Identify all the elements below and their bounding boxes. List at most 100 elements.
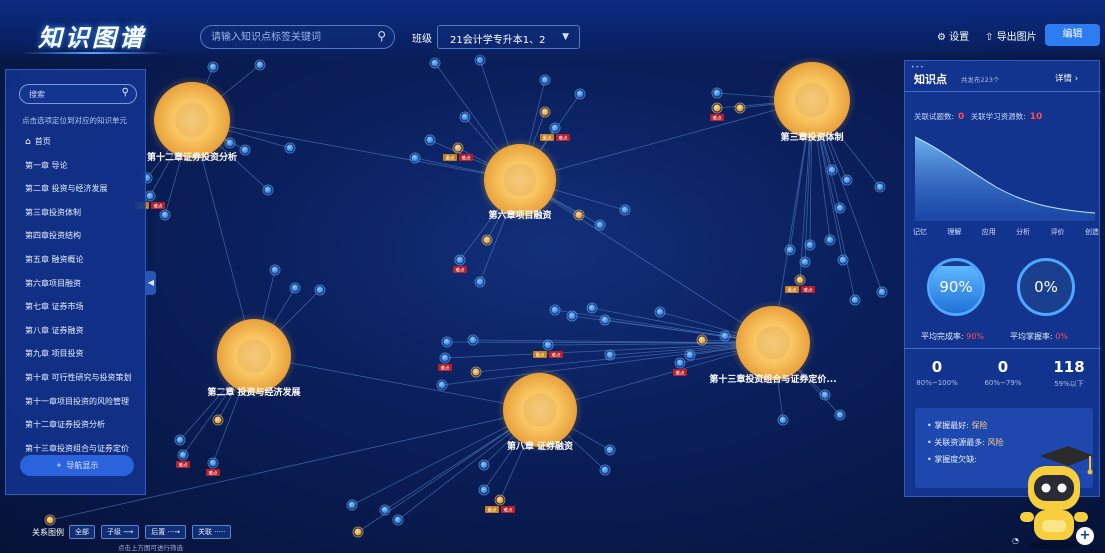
graph-node[interactable] — [601, 316, 609, 324]
graph-node[interactable] — [348, 501, 356, 509]
sidebar-item-chapter-10[interactable]: 第十章 可行性研究与投资策划 — [6, 366, 147, 390]
graph-node[interactable] — [576, 90, 584, 98]
graph-node[interactable] — [456, 256, 464, 264]
graph-node[interactable] — [209, 459, 217, 467]
graph-node[interactable] — [876, 183, 884, 191]
chapter-node-label[interactable]: 第六章项目融资 — [488, 209, 551, 221]
search-icon[interactable]: ⚲ — [377, 29, 386, 43]
graph-node[interactable] — [839, 256, 847, 264]
chapter-node-label[interactable]: 第三章投资体制 — [780, 131, 843, 143]
graph-node[interactable] — [214, 416, 222, 424]
graph-node[interactable] — [176, 436, 184, 444]
chapter-node-label[interactable]: 第十三章投资组合与证券定价... — [709, 373, 836, 385]
graph-node[interactable] — [686, 351, 694, 359]
chapter-node-label[interactable]: 第八章 证券融资 — [507, 440, 573, 452]
graph-node[interactable] — [836, 204, 844, 212]
graph-node[interactable] — [836, 411, 844, 419]
graph-node[interactable] — [596, 221, 604, 229]
graph-node[interactable] — [588, 304, 596, 312]
graph-node[interactable] — [454, 144, 462, 152]
graph-node[interactable] — [472, 368, 480, 376]
graph-node[interactable] — [806, 241, 814, 249]
graph-node[interactable] — [483, 236, 491, 244]
graph-node[interactable] — [606, 446, 614, 454]
chapter-node-core[interactable] — [237, 339, 271, 373]
graph-node[interactable] — [291, 284, 299, 292]
graph-node[interactable] — [606, 351, 614, 359]
sidebar-item-chapter-8[interactable]: 第八章 证券融资 — [6, 319, 147, 343]
graph-node[interactable] — [496, 496, 504, 504]
sidebar-item-chapter-11[interactable]: 第十一章项目投资的风险管理 — [6, 390, 147, 414]
graph-node[interactable] — [480, 461, 488, 469]
graph-node[interactable] — [713, 89, 721, 97]
legend-all-button[interactable]: 全部 — [69, 525, 95, 539]
legend-after-button[interactable]: 后置 ⋅⋅⋅→ — [145, 525, 187, 539]
graph-node[interactable] — [878, 288, 886, 296]
graph-node[interactable] — [736, 104, 744, 112]
graph-node[interactable] — [441, 354, 449, 362]
sidebar-item-chapter-9[interactable]: 第九章 项目投资 — [6, 342, 147, 366]
sidebar-item-chapter-5[interactable]: 第五章 融资概论 — [6, 248, 147, 272]
chapter-node-label[interactable]: 第二章 投资与经济发展 — [207, 386, 300, 398]
graph-node[interactable] — [621, 206, 629, 214]
volume-icon[interactable]: ◔ — [1012, 536, 1019, 545]
chapter-node-core[interactable] — [756, 326, 790, 360]
graph-node[interactable] — [469, 336, 477, 344]
graph-node[interactable] — [801, 258, 809, 266]
graph-node[interactable] — [843, 176, 851, 184]
graph-node[interactable] — [286, 144, 294, 152]
graph-node[interactable] — [381, 506, 389, 514]
graph-node[interactable] — [179, 451, 187, 459]
sidebar-item-chapter-7[interactable]: 第七章 证券市场 — [6, 295, 147, 319]
graph-node[interactable] — [551, 124, 559, 132]
export-image-button[interactable]: ⇧ 导出图片 — [985, 28, 1037, 43]
zoom-in-button[interactable]: + — [1076, 527, 1094, 545]
collapse-sidebar-button[interactable]: ◀ — [146, 271, 156, 295]
chapter-node-core[interactable] — [503, 163, 537, 197]
graph-node[interactable] — [575, 211, 583, 219]
sidebar-item-chapter-12[interactable]: 第十二章证券投资分析 — [6, 413, 147, 437]
chapter-node-core[interactable] — [523, 393, 557, 427]
graph-node[interactable] — [828, 166, 836, 174]
graph-node[interactable] — [568, 312, 576, 320]
graph-node[interactable] — [480, 486, 488, 494]
graph-node[interactable] — [241, 146, 249, 154]
graph-node[interactable] — [821, 391, 829, 399]
graph-node[interactable] — [146, 192, 154, 200]
graph-node[interactable] — [851, 296, 859, 304]
graph-node[interactable] — [476, 278, 484, 286]
chapter-node-core[interactable] — [174, 102, 210, 138]
graph-node[interactable] — [394, 516, 402, 524]
graph-node[interactable] — [461, 113, 469, 121]
graph-node[interactable] — [316, 286, 324, 294]
graph-node[interactable] — [161, 211, 169, 219]
graph-node[interactable] — [601, 466, 609, 474]
sidebar-search-box[interactable]: ⚲ — [19, 84, 137, 104]
graph-node[interactable] — [713, 104, 721, 112]
keyword-search-input[interactable] — [211, 29, 371, 46]
graph-node[interactable] — [443, 338, 451, 346]
sidebar-item-chapter-6[interactable]: 第六章项目融资 — [6, 272, 147, 296]
chapter-node-core[interactable] — [794, 82, 830, 118]
graph-node[interactable] — [264, 186, 272, 194]
graph-node[interactable] — [796, 276, 804, 284]
graph-node[interactable] — [676, 359, 684, 367]
graph-node[interactable] — [656, 308, 664, 316]
graph-node[interactable] — [541, 76, 549, 84]
graph-node[interactable] — [256, 61, 264, 69]
sidebar-item-chapter-1[interactable]: 第一章 导论 — [6, 154, 147, 178]
graph-node[interactable] — [721, 332, 729, 340]
settings-button[interactable]: ⚙ 设置 — [937, 28, 969, 43]
graph-node[interactable] — [544, 341, 552, 349]
graph-node[interactable] — [271, 266, 279, 274]
graph-node[interactable] — [551, 306, 559, 314]
edit-button[interactable]: 编辑 — [1045, 24, 1100, 46]
graph-node[interactable] — [698, 336, 706, 344]
graph-node[interactable] — [786, 246, 794, 254]
graph-node[interactable] — [354, 528, 362, 536]
graph-node[interactable] — [826, 236, 834, 244]
chapter-node-label[interactable]: 第十二章证券投资分析 — [147, 151, 237, 163]
graph-node[interactable] — [438, 381, 446, 389]
keyword-search-box[interactable]: ⚲ — [200, 25, 395, 49]
search-icon[interactable]: ⚲ — [122, 87, 129, 98]
